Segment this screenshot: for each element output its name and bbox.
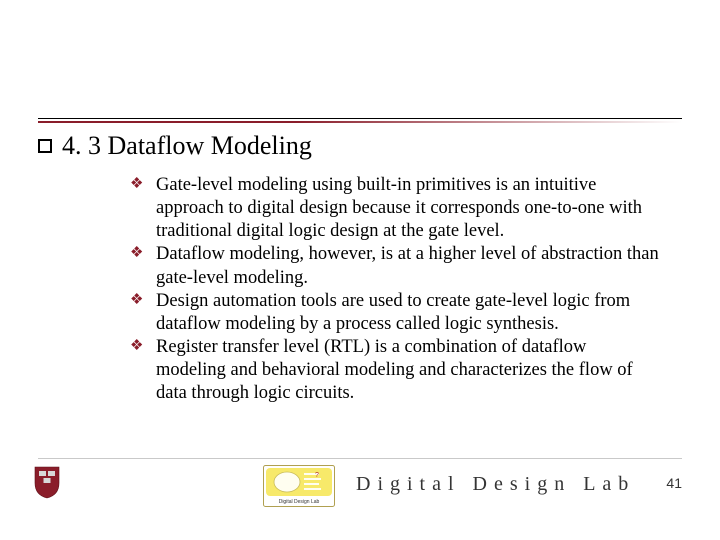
chip-caption: Digital Design Lab xyxy=(279,499,320,505)
divider-rule xyxy=(38,118,682,123)
bullet-text: Gate-level modeling using built-in primi… xyxy=(156,175,642,241)
square-bullet-icon xyxy=(38,139,52,153)
bullet-text: Register transfer level (RTL) is a combi… xyxy=(156,337,633,403)
list-item: Design automation tools are used to crea… xyxy=(130,290,660,336)
svg-text:?: ? xyxy=(315,472,319,479)
slide: 4. 3 Dataflow Modeling Gate-level modeli… xyxy=(0,0,720,540)
bullet-text: Design automation tools are used to crea… xyxy=(156,291,630,334)
list-item: Dataflow modeling, however, is at a high… xyxy=(130,243,660,289)
footer-title: Digital Design Lab xyxy=(356,473,635,496)
section-heading: 4. 3 Dataflow Modeling xyxy=(38,131,312,161)
list-item: Register transfer level (RTL) is a combi… xyxy=(130,336,660,405)
page-number: 41 xyxy=(666,475,682,491)
bullet-text: Dataflow modeling, however, is at a high… xyxy=(156,244,659,287)
bullet-list: Gate-level modeling using built-in primi… xyxy=(130,174,660,405)
heading-text: 4. 3 Dataflow Modeling xyxy=(62,131,312,161)
shield-logo-icon xyxy=(33,465,61,499)
chip-logo-icon: Digital Design Lab ? xyxy=(263,465,335,507)
list-item: Gate-level modeling using built-in primi… xyxy=(130,174,660,243)
slide-footer: Digital Design Lab ? Digital Design Lab … xyxy=(38,458,682,510)
